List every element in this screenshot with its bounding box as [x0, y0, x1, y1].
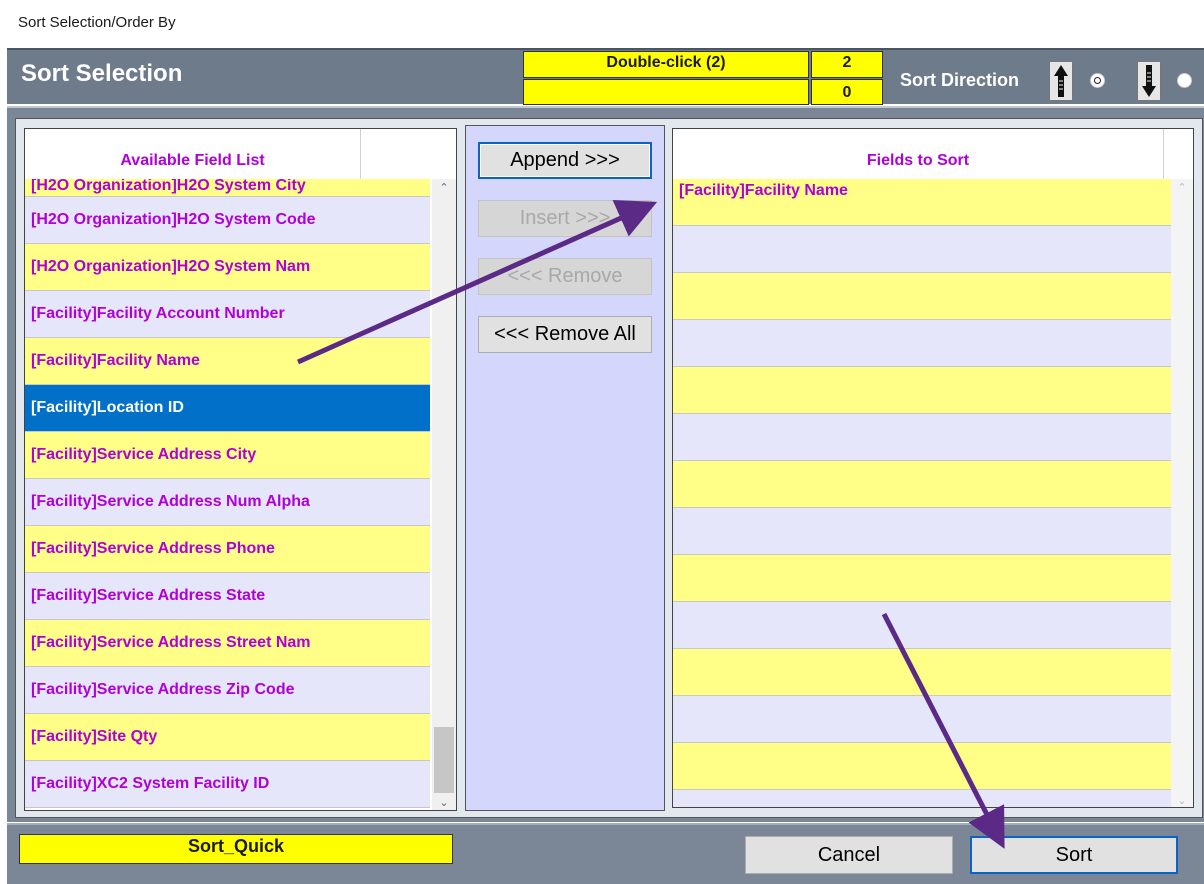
fields-to-sort-scrollbar[interactable]: ⌃ ⌄: [1171, 179, 1193, 807]
insert-button[interactable]: Insert >>>: [478, 200, 652, 237]
count-top: 2: [811, 51, 883, 78]
append-button[interactable]: Append >>>: [478, 142, 652, 179]
list-item[interactable]: [Facility]Facility Name: [25, 338, 430, 385]
available-field-list: Available Field List [H2O Organization]H…: [24, 128, 457, 811]
list-item[interactable]: [H2O Organization]H2O System City: [25, 179, 430, 197]
column-divider: [1163, 129, 1164, 179]
remove-all-button[interactable]: <<< Remove All: [478, 316, 652, 353]
available-list-items: [H2O Organization]H2O System City [H2O O…: [25, 179, 430, 808]
fields-to-sort-items: [Facility]Facility Name: [673, 179, 1173, 807]
list-item[interactable]: [673, 790, 1173, 807]
sort-direction-label: Sort Direction: [900, 70, 1020, 90]
remove-button[interactable]: <<< Remove: [478, 258, 652, 295]
window-title: Sort Selection/Order By: [18, 14, 176, 31]
chevron-up-icon[interactable]: ⌃: [432, 181, 456, 194]
sort-ascending-radio[interactable]: [1090, 73, 1105, 88]
arrow-down-icon: [1142, 65, 1156, 97]
footer-bar: Sort_Quick Cancel Sort: [7, 823, 1204, 884]
sort-descending-button[interactable]: [1137, 61, 1161, 101]
arrow-up-icon: [1054, 65, 1068, 97]
fields-to-sort-header-label: Fields to Sort: [866, 152, 970, 169]
double-click-label: Double-click (2): [523, 51, 809, 78]
list-item[interactable]: [Facility]Service Address Num Alpha: [25, 479, 430, 526]
list-item[interactable]: [673, 367, 1173, 414]
list-item[interactable]: [H2O Organization]H2O System Nam: [25, 244, 430, 291]
list-item[interactable]: [Facility]Facility Name: [673, 179, 1173, 226]
sort-ascending-button[interactable]: [1049, 61, 1073, 101]
list-item[interactable]: [673, 461, 1173, 508]
sort-descending-radio[interactable]: [1177, 73, 1192, 88]
action-button-panel: Append >>> Insert >>> <<< Remove <<< Rem…: [465, 125, 665, 811]
list-item[interactable]: [673, 743, 1173, 790]
available-list-header: Available Field List: [25, 129, 437, 179]
list-item[interactable]: [673, 649, 1173, 696]
list-item[interactable]: [Facility]Service Address State: [25, 573, 430, 620]
list-item[interactable]: [673, 602, 1173, 649]
list-item[interactable]: [673, 696, 1173, 743]
double-click-value: [523, 79, 809, 105]
list-item[interactable]: [Facility]Service Address Phone: [25, 526, 430, 573]
page-title: Sort Selection: [21, 60, 183, 87]
list-item[interactable]: [Facility]Facility Account Number: [25, 291, 430, 338]
count-bottom: 0: [811, 79, 883, 105]
available-list-scrollbar[interactable]: ⌃ ⌄: [432, 179, 456, 810]
scrollbar-thumb[interactable]: [434, 727, 454, 793]
list-item[interactable]: [673, 226, 1173, 273]
chevron-down-icon[interactable]: ⌄: [1171, 794, 1193, 807]
list-item-selected[interactable]: [Facility]Location ID: [25, 385, 430, 432]
list-item[interactable]: [H2O Organization]H2O System Code: [25, 197, 430, 244]
available-list-header-label: Available Field List: [120, 152, 265, 169]
main-area: Available Field List [H2O Organization]H…: [7, 106, 1204, 822]
column-divider: [360, 129, 361, 179]
fields-to-sort-list: Fields to Sort [Facility]Facility Name ⌃…: [672, 128, 1194, 808]
list-item[interactable]: [673, 320, 1173, 367]
list-item[interactable]: [Facility]Service Address City: [25, 432, 430, 479]
list-item[interactable]: [673, 414, 1173, 461]
list-item[interactable]: [Facility]Service Address Street Nam: [25, 620, 430, 667]
list-item[interactable]: [673, 273, 1173, 320]
fields-to-sort-header: Fields to Sort: [673, 129, 1171, 179]
sort-selection-header: Sort Selection Double-click (2) 2 0 Sort…: [7, 48, 1204, 105]
sort-button[interactable]: Sort: [970, 836, 1178, 874]
list-item[interactable]: [Facility]Service Address Zip Code: [25, 667, 430, 714]
sort-quick-label: Sort_Quick: [19, 834, 453, 864]
chevron-down-icon[interactable]: ⌄: [432, 796, 456, 809]
list-item[interactable]: [Facility]Site Qty: [25, 714, 430, 761]
list-item[interactable]: [673, 508, 1173, 555]
list-item[interactable]: [Facility]XC2 System Facility ID: [25, 761, 430, 808]
chevron-up-icon[interactable]: ⌃: [1171, 181, 1193, 194]
cancel-button[interactable]: Cancel: [745, 836, 953, 874]
list-item[interactable]: [673, 555, 1173, 602]
